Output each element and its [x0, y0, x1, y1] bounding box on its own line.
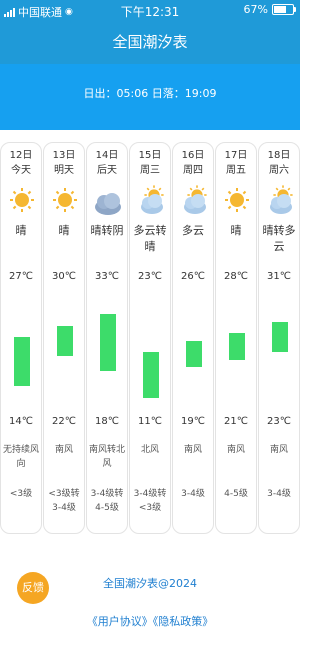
forecast-weekday: 周五 [226, 165, 246, 176]
forecast-card: 13日 明天 晴 30℃ 22℃ 南风 <3级转3-4级 [43, 142, 85, 534]
forecast-condition: 晴 [15, 224, 27, 237]
forecast-weekday: 明天 [54, 165, 74, 176]
forecast-high: 23℃ [138, 271, 162, 282]
cloudy-icon [93, 185, 123, 219]
forecast-high: 33℃ [95, 271, 119, 282]
forecast-date: 13日 [52, 150, 76, 161]
forecast-wind: 南风转北风 [88, 445, 125, 469]
forecast-wind: 北风 [140, 445, 159, 455]
temperature-range-bar [272, 321, 288, 353]
forecast-condition: 晴 [230, 224, 242, 237]
forecast-date: 17日 [224, 150, 248, 161]
forecast-card: 18日 周六 晴转多云 31℃ 23℃ 南风 3-4级 [258, 142, 300, 534]
forecast-condition: 晴转多云 [262, 224, 296, 253]
sunny-icon [7, 185, 37, 219]
forecast-wind-level: <3级 [9, 489, 33, 499]
status-bar: 中国联通 ◉ 下午12:31 67% [0, 0, 300, 20]
forecast-high: 27℃ [9, 271, 33, 282]
status-right: 67% [243, 3, 296, 16]
forecast-weekday: 后天 [97, 165, 117, 176]
forecast-wind: 南风 [226, 445, 245, 455]
forecast-wind-level: 3-4级转4-5级 [90, 489, 124, 513]
forecast-card: 12日 今天 晴 27℃ 14℃ 无持续风向 <3级 [0, 142, 42, 534]
battery-percent: 67% [243, 3, 268, 16]
temperature-range-bar [143, 352, 159, 398]
partly-cloudy-icon [265, 185, 295, 219]
forecast-date: 15日 [138, 150, 162, 161]
forecast-low: 14℃ [9, 416, 33, 427]
forecast-date: 12日 [9, 150, 33, 161]
forecast-wind-level: 3-4级 [181, 489, 205, 499]
forecast-wind: 南风 [183, 445, 202, 455]
partly-cloudy-icon [136, 185, 166, 219]
battery-icon [272, 4, 296, 15]
forecast-condition: 多云 [182, 224, 204, 237]
forecast-weekday: 今天 [11, 165, 31, 176]
forecast-date: 14日 [95, 150, 119, 161]
sunrise-sunset-info: 日出：05:06 日落：19:09 [0, 64, 300, 130]
forecast-date: 18日 [267, 150, 291, 161]
forecast-low: 18℃ [95, 416, 119, 427]
forecast-wind-level: 3-4级 [267, 489, 291, 499]
forecast-card: 14日 后天 晴转阴 33℃ 18℃ 南风转北风 3-4级转4-5级 [86, 142, 128, 534]
temperature-range-bar [186, 340, 202, 368]
forecast-condition: 晴 [58, 224, 70, 237]
forecast-card: 16日 周四 多云 26℃ 19℃ 南风 3-4级 [172, 142, 214, 534]
forecast-high: 26℃ [181, 271, 205, 282]
forecast-date: 16日 [181, 150, 205, 161]
forecast-wind: 无持续风向 [2, 445, 39, 469]
forecast-low: 23℃ [267, 416, 291, 427]
forecast-wind-level: 3-4级转<3级 [133, 489, 167, 513]
page-title: 全国潮汐表 [0, 20, 300, 64]
forecast-card: 17日 周五 晴 28℃ 21℃ 南风 4-5级 [215, 142, 257, 534]
temperature-range-bar [229, 333, 245, 360]
temperature-range-bar [14, 337, 30, 387]
forecast-wind: 南风 [54, 445, 73, 455]
sunny-icon [222, 185, 252, 219]
forecast-weekday: 周四 [183, 165, 203, 176]
battery-fill [274, 6, 287, 13]
forecast-wind-level: 4-5级 [224, 489, 248, 499]
forecast-condition: 多云转晴 [133, 224, 167, 253]
footer-brand: 全国潮汐表@2024 [103, 577, 197, 590]
forecast-low: 21℃ [224, 416, 248, 427]
forecast-low: 19℃ [181, 416, 205, 427]
temperature-range-bar [100, 314, 116, 372]
forecast-weekday: 周三 [140, 165, 160, 176]
forecast-condition: 晴转阴 [90, 224, 124, 237]
forecast-weekday: 周六 [269, 165, 289, 176]
forecast-card: 15日 周三 多云转晴 23℃ 11℃ 北风 3-4级转<3级 [129, 142, 171, 534]
forecast-low: 22℃ [52, 416, 76, 427]
forecast-wind: 南风 [269, 445, 288, 455]
forecast-low: 11℃ [138, 416, 162, 427]
forecast-high: 28℃ [224, 271, 248, 282]
footer-links[interactable]: 《用户协议》《隐私政策》 [0, 613, 300, 629]
forecast-high: 30℃ [52, 271, 76, 282]
forecast-wind-level: <3级转3-4级 [48, 489, 80, 513]
temperature-range-bar [57, 325, 73, 356]
forecast-list: 12日 今天 晴 27℃ 14℃ 无持续风向 <3级 13日 明天 晴 30℃ … [0, 142, 300, 534]
forecast-high: 31℃ [267, 271, 291, 282]
sunny-icon [50, 185, 80, 219]
partly-cloudy-icon [179, 185, 209, 219]
